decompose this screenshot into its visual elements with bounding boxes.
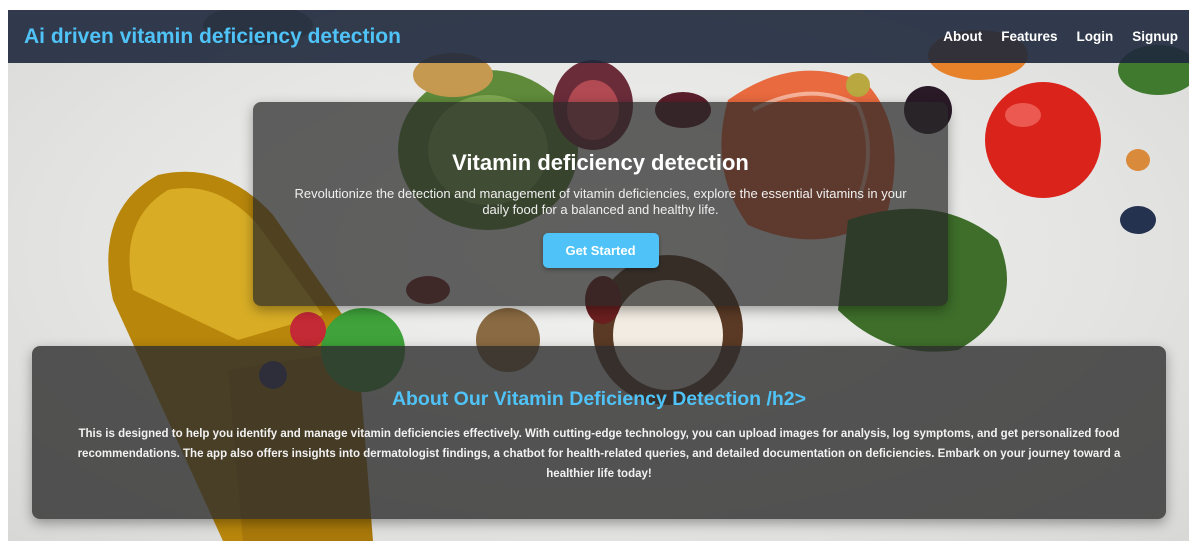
about-section: About Our Vitamin Deficiency Detection /… [32, 346, 1166, 519]
about-title: About Our Vitamin Deficiency Detection /… [391, 388, 807, 410]
page: Ai driven vitamin deficiency detection A… [8, 10, 1189, 541]
nav-link-signup[interactable]: Signup [1132, 29, 1178, 44]
nav-link-about[interactable]: About [943, 29, 982, 44]
nav-link-features[interactable]: Features [1001, 29, 1057, 44]
tomato [985, 82, 1101, 198]
nav-links: About Features Login Signup [924, 29, 1178, 44]
hero-description: Revolutionize the detection and manageme… [294, 186, 907, 217]
nav-link-login[interactable]: Login [1077, 29, 1114, 44]
navbar: Ai driven vitamin deficiency detection A… [8, 10, 1189, 63]
hero-card: Vitamin deficiency detection Revolutioni… [253, 102, 948, 306]
brand-title[interactable]: Ai driven vitamin deficiency detection [24, 25, 401, 49]
about-description: This is designed to help you identify an… [77, 428, 1121, 480]
get-started-button[interactable]: Get Started [542, 233, 659, 268]
hero-title: Vitamin deficiency detection [452, 150, 749, 175]
